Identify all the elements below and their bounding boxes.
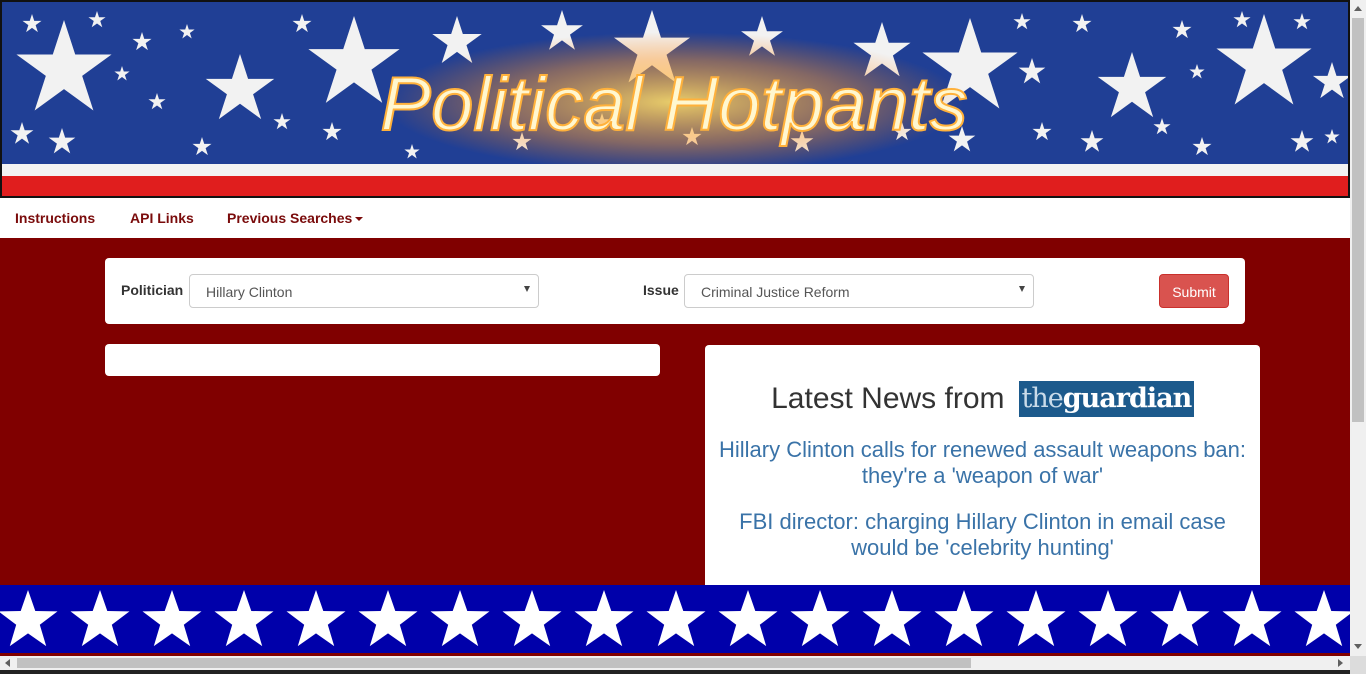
footer-star-icon	[934, 590, 994, 647]
footer-star-icon	[574, 590, 634, 647]
site-banner: Political Hotpants	[0, 0, 1350, 198]
footer-star-icon	[214, 590, 274, 647]
banner-title: Political Hotpants	[380, 62, 967, 147]
footer-star-icon	[1150, 590, 1210, 647]
vertical-scroll-thumb[interactable]	[1352, 18, 1364, 422]
dropdown-arrow-icon	[524, 286, 530, 292]
issue-select-value: Criminal Justice Reform	[701, 284, 850, 300]
nav-previous-searches[interactable]: Previous Searches	[227, 210, 364, 226]
scroll-left-icon[interactable]	[5, 659, 10, 667]
scroll-down-icon[interactable]	[1354, 644, 1362, 649]
nav-api-links[interactable]: API Links	[130, 210, 194, 226]
nav-previous-searches-label: Previous Searches	[227, 210, 353, 226]
footer-star-icon	[70, 590, 130, 647]
footer-star-icon	[646, 590, 706, 647]
scrollbar-corner	[1350, 656, 1366, 674]
news-article-link[interactable]: Hillary Clinton calls for renewed assaul…	[717, 437, 1248, 489]
horizontal-scroll-thumb[interactable]	[17, 658, 971, 668]
footer-star-icon	[430, 590, 490, 647]
footer-star-icon	[1006, 590, 1066, 647]
results-panel	[105, 344, 660, 376]
footer-star-icon	[142, 590, 202, 647]
dropdown-arrow-icon	[1019, 286, 1025, 292]
search-panel: Politician Hillary Clinton Issue Crimina…	[105, 258, 1245, 324]
vertical-scrollbar[interactable]	[1350, 0, 1366, 656]
issue-select[interactable]: Criminal Justice Reform	[684, 274, 1034, 308]
footer-star-icon	[1222, 590, 1282, 647]
star-footer	[0, 585, 1350, 653]
nav-instructions[interactable]: Instructions	[15, 210, 95, 226]
scroll-right-icon[interactable]	[1338, 659, 1343, 667]
window-bottom-edge	[0, 670, 1350, 674]
scroll-up-icon[interactable]	[1354, 6, 1362, 11]
caret-down-icon	[355, 217, 364, 222]
footer-star-icon	[790, 590, 850, 647]
news-article-link[interactable]: FBI director: charging Hillary Clinton i…	[717, 509, 1248, 561]
footer-star-graphic	[0, 590, 1350, 647]
politician-select-value: Hillary Clinton	[206, 284, 293, 300]
footer-star-icon	[1294, 590, 1350, 647]
news-panel: Latest News from theguardian Hillary Cli…	[705, 345, 1260, 590]
footer-star-icon	[718, 590, 778, 647]
footer-star-icon	[286, 590, 346, 647]
guardian-logo: theguardian	[1018, 381, 1194, 418]
news-heading: Latest News from theguardian	[705, 381, 1260, 418]
footer-star-icon	[862, 590, 922, 647]
navbar: Instructions API Links Previous Searches	[0, 198, 1350, 238]
horizontal-scrollbar[interactable]	[0, 656, 1350, 670]
footer-star-icon	[1078, 590, 1138, 647]
politician-select[interactable]: Hillary Clinton	[189, 274, 539, 308]
banner-graphic: Political Hotpants	[2, 2, 1348, 196]
news-heading-text: Latest News from	[771, 382, 1005, 416]
politician-label: Politician	[121, 282, 184, 298]
footer-star-icon	[358, 590, 418, 647]
footer-star-icon	[502, 590, 562, 647]
footer-star-icon	[0, 590, 58, 647]
issue-label: Issue	[643, 282, 679, 298]
submit-button[interactable]: Submit	[1159, 274, 1229, 308]
